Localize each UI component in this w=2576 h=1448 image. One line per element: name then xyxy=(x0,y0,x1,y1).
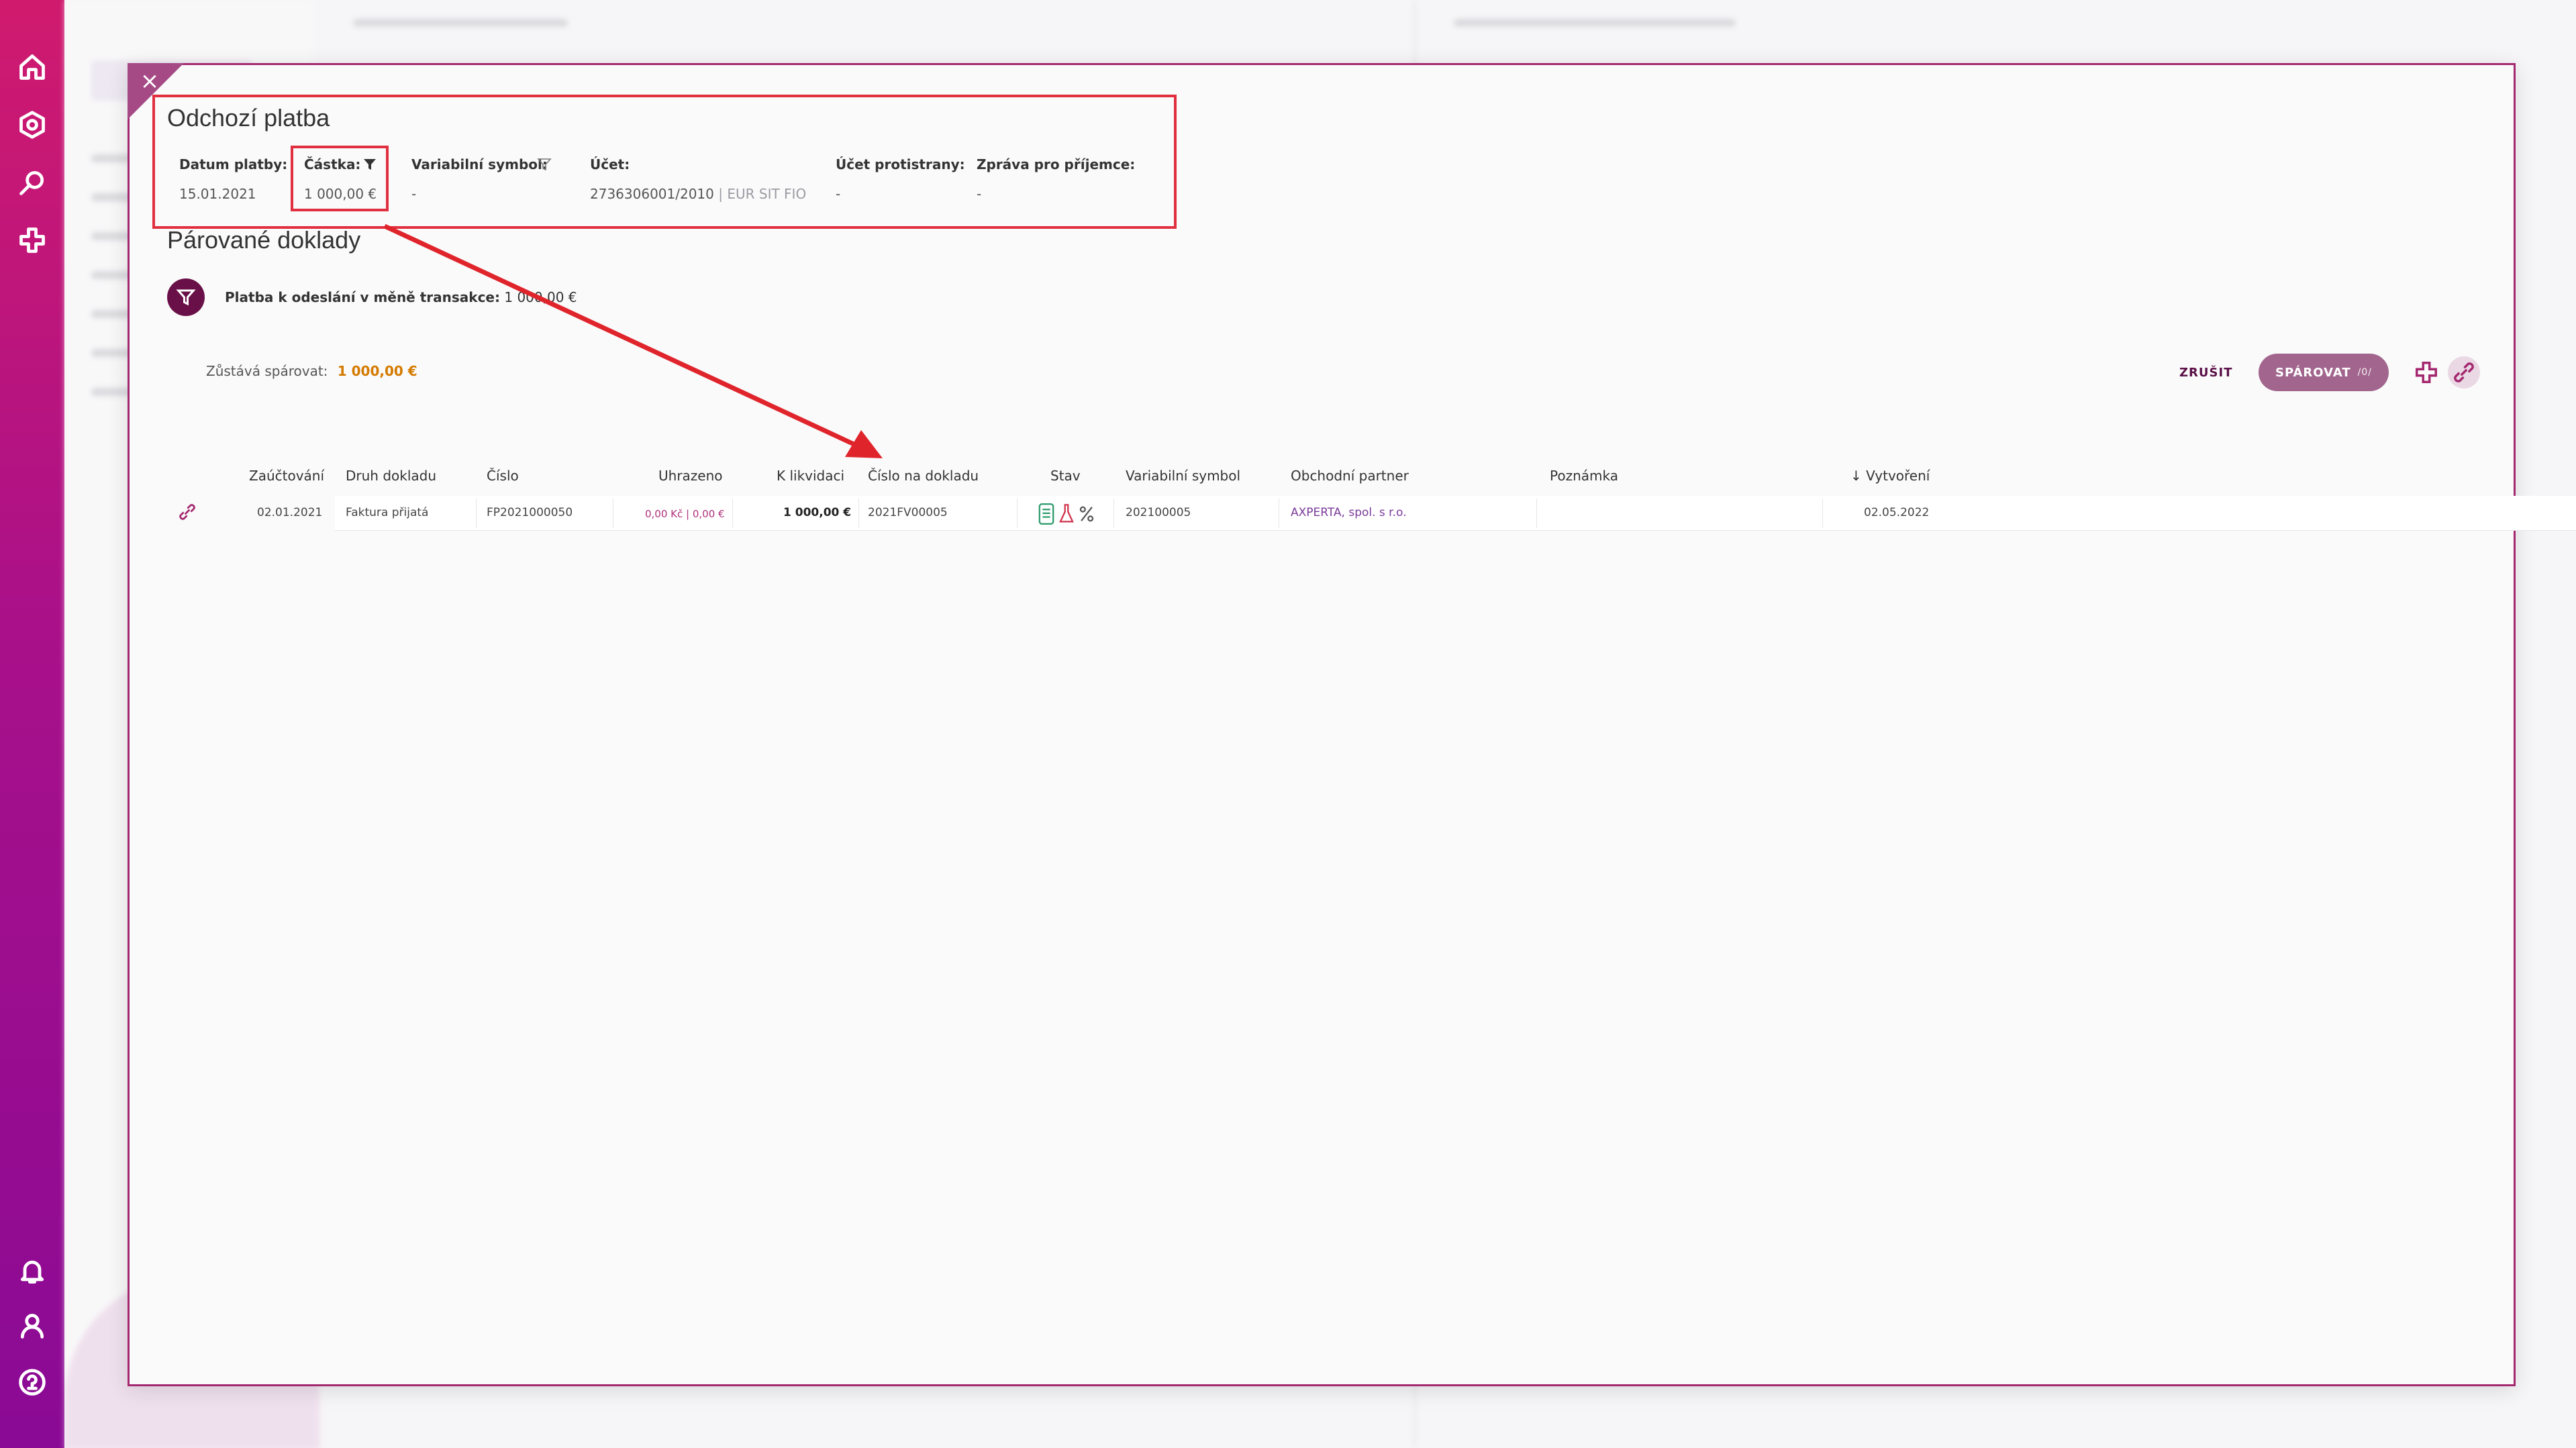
document-status-icon xyxy=(1037,503,1056,525)
account-value: 2736306001/2010 | EUR SIT FIO xyxy=(590,186,806,202)
help-icon[interactable] xyxy=(16,1366,48,1398)
paired-docs-title: Párované doklady xyxy=(167,226,361,254)
th-paid[interactable]: Uhrazeno xyxy=(658,468,723,484)
th-vs[interactable]: Variabilní symbol xyxy=(1126,468,1240,484)
th-doc-number[interactable]: Číslo na dokladu xyxy=(868,468,979,484)
filter-badge[interactable] xyxy=(167,278,205,316)
cell-paid-czk: 0,00 Kč xyxy=(645,508,683,520)
vs-label: Variabilní symbol: xyxy=(411,156,548,172)
th-created-label: Vytvoření xyxy=(1866,468,1930,484)
settings-hex-icon[interactable] xyxy=(16,109,48,141)
remaining-value: 1 000,00 € xyxy=(337,363,417,379)
filter-icon xyxy=(176,289,196,306)
th-created[interactable]: ↓ Vytvoření xyxy=(1850,468,1930,484)
modal-title: Odchozí platba xyxy=(167,104,330,132)
search-icon[interactable] xyxy=(16,166,48,199)
cell-number: FP2021000050 xyxy=(487,506,573,519)
date-label: Datum platby: xyxy=(179,156,288,172)
message-label: Zpráva pro příjemce: xyxy=(977,156,1136,172)
add-icon xyxy=(2416,362,2437,383)
amount-value: 1 000,00 € xyxy=(304,186,377,202)
percent-status-icon xyxy=(1077,503,1096,525)
filter-chip: Platba k odeslání v měně transakce: 1 00… xyxy=(225,289,577,305)
cell-vs: 202100005 xyxy=(1126,506,1191,519)
filter-chip-value: 1 000,00 € xyxy=(504,289,577,305)
sort-desc-icon: ↓ xyxy=(1850,468,1862,484)
remaining-label: Zůstává spárovat: xyxy=(206,363,328,379)
add-document-button[interactable] xyxy=(2410,356,2442,389)
row-detail-chevron-icon[interactable] xyxy=(2573,503,2576,525)
payment-pairing-modal: × Odchozí platba Datum platby: 15.01.202… xyxy=(128,63,2576,1386)
filter-chip-label: Platba k odeslání v měně transakce: xyxy=(225,289,500,305)
close-button[interactable]: × xyxy=(136,68,163,95)
account-label: Účet: xyxy=(590,156,630,172)
vs-value: - xyxy=(411,186,417,202)
vs-filter-icon[interactable] xyxy=(536,156,552,172)
date-value: 15.01.2021 xyxy=(179,186,256,202)
cell-to-settle: 1 000,00 € xyxy=(783,506,852,519)
app-rail xyxy=(0,0,64,1448)
cell-paid: 0,00 Kč | 0,00 € xyxy=(645,508,725,520)
th-number[interactable]: Číslo xyxy=(487,468,519,484)
remaining-to-pair: Zůstává spárovat: 1 000,00 € xyxy=(206,363,417,379)
cell-partner[interactable]: AXPERTA, spol. s r.o. xyxy=(1291,506,1407,519)
bell-icon[interactable] xyxy=(16,1255,48,1287)
cell-paid-eur: | 0,00 € xyxy=(686,508,725,520)
user-icon[interactable] xyxy=(16,1310,48,1342)
amount-label: Částka: xyxy=(304,156,361,172)
cell-doc-type: Faktura přijatá xyxy=(346,506,429,519)
row-link-button[interactable] xyxy=(174,499,201,525)
th-note[interactable]: Poznámka xyxy=(1550,468,1618,484)
amount-filter-active-icon[interactable] xyxy=(362,156,378,172)
cell-created: 02.05.2022 xyxy=(1864,506,1930,519)
th-posting[interactable]: Zaúčtování xyxy=(249,468,324,484)
link-icon xyxy=(179,504,195,520)
cell-doc-number: 2021FV00005 xyxy=(868,506,948,519)
th-doc-type[interactable]: Druh dokladu xyxy=(346,468,436,484)
flask-status-icon xyxy=(1057,503,1076,525)
cell-posting: 02.01.2021 xyxy=(257,506,323,519)
account-currency-bank: | EUR SIT FIO xyxy=(718,186,807,202)
counter-account-value: - xyxy=(836,186,841,202)
th-to-settle[interactable]: K likvidaci xyxy=(777,468,844,484)
th-status[interactable]: Stav xyxy=(1050,468,1081,484)
cancel-button[interactable]: ZRUŠIT xyxy=(2179,366,2232,380)
message-value: - xyxy=(977,186,982,202)
counter-account-label: Účet protistrany: xyxy=(836,156,965,172)
unlink-button[interactable] xyxy=(2448,356,2480,389)
pair-button-count: /0/ xyxy=(2357,367,2372,378)
th-partner[interactable]: Obchodní partner xyxy=(1291,468,1409,484)
home-icon[interactable] xyxy=(16,51,48,83)
link-icon xyxy=(2454,362,2474,382)
pair-button[interactable]: SPÁROVAT /0/ xyxy=(2259,354,2389,391)
account-number: 2736306001/2010 xyxy=(590,186,714,202)
add-icon[interactable] xyxy=(16,224,48,256)
pair-button-label: SPÁROVAT xyxy=(2275,365,2351,380)
